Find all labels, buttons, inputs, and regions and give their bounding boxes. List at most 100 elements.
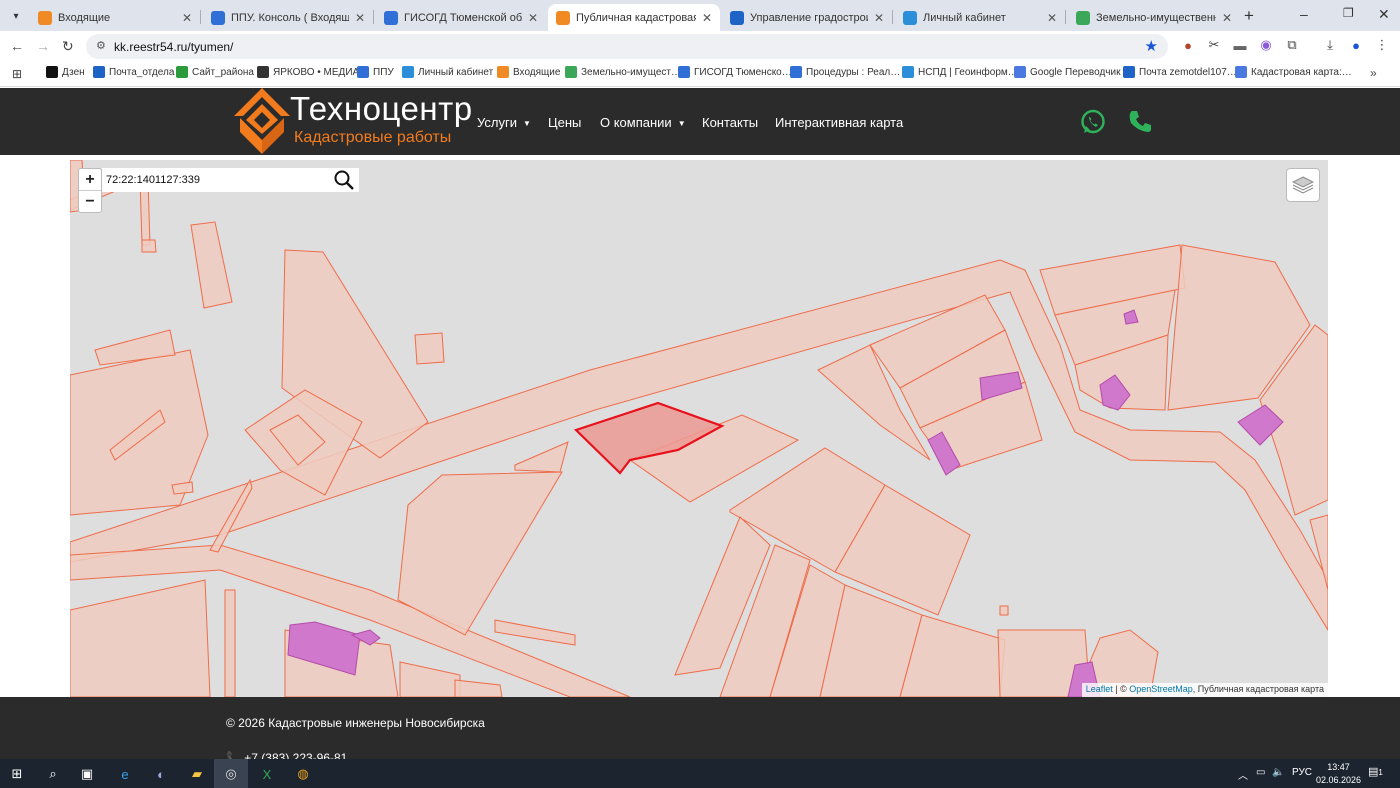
phone-icon[interactable]	[1127, 109, 1153, 135]
logo-house-icon[interactable]	[234, 88, 290, 154]
forward-icon[interactable]: →	[36, 38, 50, 54]
url-text[interactable]: kk.reestr54.ru/tyumen/	[114, 40, 233, 54]
bookmark-item[interactable]: ППУ	[357, 66, 394, 78]
close-icon[interactable]: ✕	[1047, 11, 1057, 25]
restore-icon[interactable]: ❐	[1343, 6, 1354, 20]
more-bookmarks-icon[interactable]: »	[1370, 66, 1377, 80]
app-icon[interactable]: ◐	[152, 765, 170, 783]
network-icon[interactable]: ▭	[1256, 767, 1265, 778]
apps-grid-icon[interactable]: ⊞	[12, 67, 22, 81]
browser-tab-7[interactable]: Земельно-имущественный ко… ✕	[1068, 4, 1240, 31]
volume-icon[interactable]: 🔈	[1272, 767, 1284, 778]
parcel[interactable]	[399, 661, 461, 697]
bookmark-item[interactable]: ГИСОГД Тюменско…	[678, 66, 792, 78]
close-icon[interactable]: ✕	[874, 11, 884, 25]
extension-tools-icon[interactable]: ✂	[1206, 37, 1222, 53]
tab-search-icon[interactable]: ▾	[6, 6, 26, 26]
reload-icon[interactable]: ↻	[62, 38, 74, 55]
bookmark-item[interactable]: Почта zemotdel107…	[1123, 66, 1237, 78]
nav-services[interactable]: Услуги ▼	[477, 115, 531, 130]
osm-link[interactable]: OpenStreetMap	[1129, 684, 1193, 694]
browser-toolbar: ← → ↻ ⚙ kk.reestr54.ru/tyumen/ ★ ● ✂ ▬ ◉…	[0, 31, 1400, 61]
bookmark-favicon-icon	[678, 66, 690, 78]
bookmark-item[interactable]: Личный кабинет	[402, 66, 493, 78]
bookmark-item[interactable]: Почта_отдела	[93, 66, 174, 78]
close-icon[interactable]: ✕	[355, 11, 365, 25]
parcel-layer[interactable]	[70, 160, 1328, 697]
minimize-icon[interactable]: –	[1300, 6, 1308, 22]
bookmark-item[interactable]: Google Переводчик	[1014, 66, 1120, 78]
app-icon-2[interactable]: ◍	[294, 765, 312, 783]
close-icon[interactable]: ✕	[182, 11, 192, 25]
leaflet-link[interactable]: Leaflet	[1086, 684, 1113, 694]
caret-down-icon: ▼	[522, 119, 531, 129]
task-view-icon[interactable]: ▣	[78, 765, 96, 783]
nav-about[interactable]: О компании ▼	[600, 115, 686, 130]
profile-icon[interactable]: ●	[1348, 37, 1364, 53]
cadastral-search-input[interactable]: 72:22:1401127:339	[102, 168, 359, 192]
parcel[interactable]	[190, 221, 233, 309]
bookmark-item[interactable]: Кадастровая карта:…	[1235, 66, 1352, 78]
logo-name[interactable]: Техноцентр	[290, 90, 473, 128]
browser-tab-4-active[interactable]: Публичная кадастровая карта ✕	[548, 4, 720, 31]
browser-tab-5[interactable]: Управление градостроительн… ✕	[722, 4, 892, 31]
search-icon[interactable]	[333, 169, 355, 191]
address-bar[interactable]: ⚙ kk.reestr54.ru/tyumen/ ★	[86, 34, 1168, 59]
bookmark-item[interactable]: Земельно-имущест…	[565, 66, 681, 78]
back-icon[interactable]: ←	[10, 38, 24, 54]
parcel[interactable]	[397, 471, 563, 636]
chrome-icon[interactable]: ◎	[222, 765, 240, 783]
notifications-icon[interactable]: ▤1	[1368, 765, 1383, 778]
copyright-text: © 2026 Кадастровые инженеры Новосибирска	[226, 716, 485, 730]
bookmark-item[interactable]: Сайт_района	[176, 66, 254, 78]
layers-button[interactable]	[1286, 168, 1320, 202]
parcel[interactable]	[70, 579, 211, 697]
window-close-icon[interactable]: ✕	[1378, 6, 1390, 23]
parcel[interactable]	[224, 589, 236, 697]
nav-interactive-map[interactable]: Интерактивная карта	[775, 115, 903, 130]
search-icon[interactable]: ⌕	[44, 765, 62, 783]
edge-icon[interactable]: e	[116, 765, 134, 783]
download-icon[interactable]: ⤓	[1322, 37, 1338, 53]
site-info-icon[interactable]: ⚙	[96, 39, 106, 52]
parcel[interactable]	[141, 239, 157, 253]
nav-contacts[interactable]: Контакты	[702, 115, 758, 130]
bookmark-item[interactable]: Процедуры : Реал…	[790, 66, 900, 78]
bookmark-item[interactable]: Входящие	[497, 66, 560, 78]
parcel[interactable]	[414, 332, 445, 365]
parcel[interactable]	[514, 441, 569, 473]
file-explorer-icon[interactable]: ▰	[188, 765, 206, 783]
menu-dots-icon[interactable]: ⋮	[1374, 37, 1390, 53]
nav-prices[interactable]: Цены	[548, 115, 581, 130]
parcel[interactable]	[494, 619, 576, 646]
new-tab-icon[interactable]: +	[1244, 6, 1254, 26]
map-attribution: Leaflet | © OpenStreetMap, Публичная кад…	[1081, 683, 1328, 697]
extensions-puzzle-icon[interactable]: ⧉	[1284, 37, 1300, 53]
language-indicator[interactable]: РУС	[1292, 767, 1312, 778]
windows-start-icon[interactable]: ⊞	[8, 765, 26, 783]
clock[interactable]: 13:47 02.06.2026	[1316, 761, 1361, 787]
extension-hat-icon[interactable]: ▬	[1232, 37, 1248, 53]
browser-tab-2[interactable]: ППУ. Консоль ( Входящие ) ✕	[203, 4, 373, 31]
cadastral-map[interactable]: + − 72:22:1401127:339 Leaflet | © OpenSt…	[70, 160, 1328, 697]
close-icon[interactable]: ✕	[528, 11, 538, 25]
close-icon[interactable]: ✕	[1222, 11, 1232, 25]
browser-tab-3[interactable]: ГИСОГД Тюменской области ✕	[376, 4, 546, 31]
search-value[interactable]: 72:22:1401127:339	[106, 174, 200, 186]
bookmark-item[interactable]: Дзен	[46, 66, 85, 78]
zoom-in-button[interactable]: +	[79, 169, 101, 191]
bookmark-item[interactable]: НСПД | Геоинформ…	[902, 66, 1018, 78]
excel-icon[interactable]: X	[258, 765, 276, 783]
extension-record-icon[interactable]: ◉	[1258, 37, 1274, 53]
close-icon[interactable]: ✕	[702, 11, 712, 25]
zoom-out-button[interactable]: −	[79, 191, 101, 213]
whatsapp-icon[interactable]	[1080, 109, 1106, 135]
extension-icon[interactable]: ●	[1180, 37, 1196, 53]
bookmark-star-icon[interactable]: ★	[1145, 37, 1158, 55]
tray-expand-icon[interactable]: ︿	[1238, 767, 1248, 782]
parcel[interactable]	[999, 605, 1009, 616]
browser-tab-6[interactable]: Личный кабинет ✕	[895, 4, 1065, 31]
bookmark-item[interactable]: ЯРКОВО • МЕДИА	[257, 66, 359, 78]
browser-tab-1[interactable]: Входящие ✕	[30, 4, 200, 31]
parcel[interactable]	[454, 679, 503, 697]
